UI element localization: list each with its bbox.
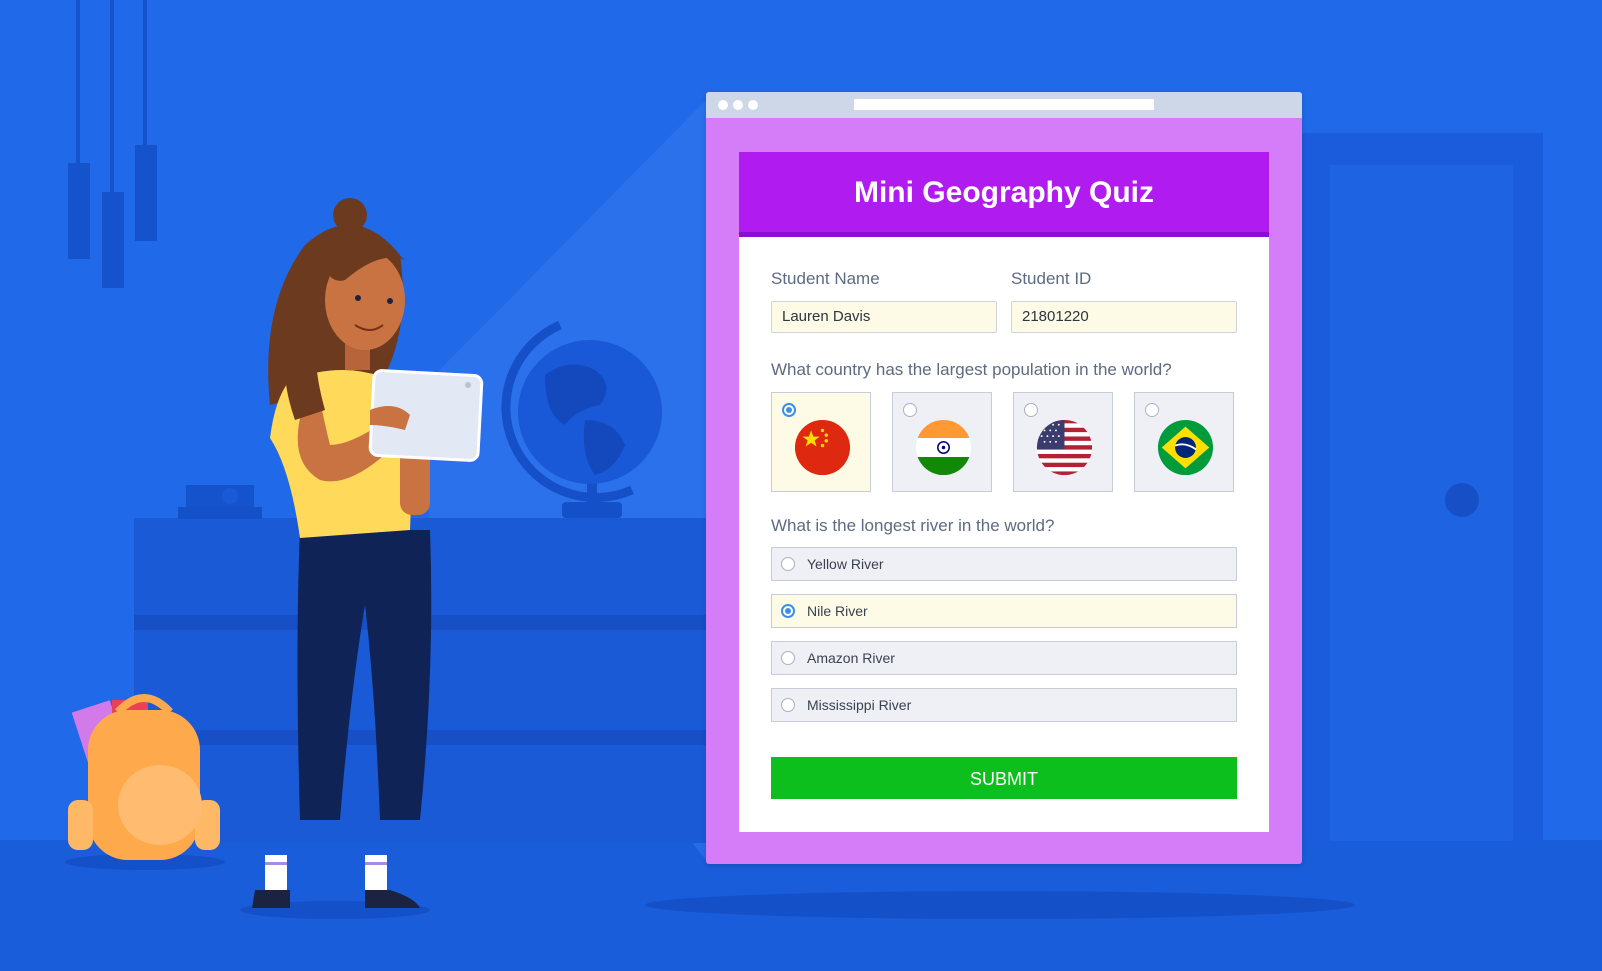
option-label: Yellow River [807, 556, 884, 572]
window-dot-icon[interactable] [748, 100, 758, 110]
country-option-china[interactable] [771, 392, 871, 492]
student-id-label: Student ID [1011, 269, 1092, 288]
quiz-form-card: Mini Geography Quiz Student Name Lauren … [739, 152, 1269, 832]
door-illustration [1300, 133, 1543, 841]
river-option-mississippi[interactable]: Mississippi River [771, 688, 1237, 722]
radio-button[interactable] [781, 698, 795, 712]
question-2-text: What is the longest river in the world? [771, 516, 1055, 535]
usa-flag-icon [1036, 419, 1093, 476]
student-id-field[interactable]: 21801220 [1011, 301, 1237, 333]
india-flag-icon [915, 419, 972, 476]
student-name-field[interactable]: Lauren Davis [771, 301, 997, 333]
country-option-usa[interactable] [1013, 392, 1113, 492]
option-label: Nile River [807, 603, 868, 619]
option-label: Amazon River [807, 650, 895, 666]
radio-button[interactable] [1024, 403, 1038, 417]
river-option-nile[interactable]: Nile River [771, 594, 1237, 628]
page-title: Mini Geography Quiz [853, 176, 1154, 209]
radio-button[interactable] [903, 403, 917, 417]
browser-title-bar [706, 92, 1302, 118]
window-dot-icon[interactable] [718, 100, 728, 110]
brazil-flag-icon [1157, 419, 1214, 476]
student-name-label: Student Name [771, 269, 880, 288]
submit-button[interactable]: SUBMIT [771, 757, 1237, 799]
window-dot-icon[interactable] [733, 100, 743, 110]
country-option-brazil[interactable] [1134, 392, 1234, 492]
quiz-header: Mini Geography Quiz [739, 152, 1269, 237]
address-bar[interactable] [854, 99, 1154, 110]
river-option-yellow[interactable]: Yellow River [771, 547, 1237, 581]
quiz-browser-window: Mini Geography Quiz Student Name Lauren … [706, 92, 1302, 864]
radio-button[interactable] [781, 604, 795, 618]
china-flag-icon [794, 419, 851, 476]
radio-button[interactable] [1145, 403, 1159, 417]
country-option-india[interactable] [892, 392, 992, 492]
river-option-amazon[interactable]: Amazon River [771, 641, 1237, 675]
option-label: Mississippi River [807, 697, 912, 713]
radio-button[interactable] [781, 651, 795, 665]
question-1-text: What country has the largest population … [771, 360, 1172, 379]
radio-button[interactable] [782, 403, 796, 417]
radio-button[interactable] [781, 557, 795, 571]
